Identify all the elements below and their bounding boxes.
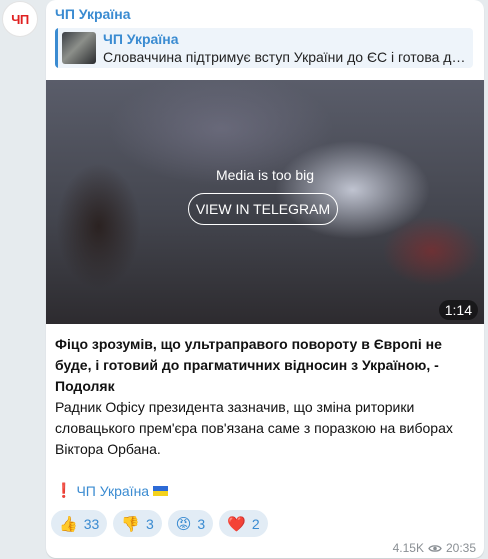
eye-icon xyxy=(428,544,442,552)
reaction-angry[interactable]: 😡 3 xyxy=(167,510,214,537)
reaction-thumbs-down[interactable]: 👎 3 xyxy=(113,510,162,537)
post-signature: ❗ ЧП Україна xyxy=(55,482,169,499)
reaction-count: 2 xyxy=(251,515,260,532)
thumbs-down-icon: 👎 xyxy=(121,515,140,533)
reactions-bar: 👍 33 👎 3 😡 3 ❤️ 2 xyxy=(51,510,268,537)
reply-preview[interactable]: ЧП Україна Словаччина підтримує вступ Ук… xyxy=(55,28,473,68)
avatar-text: ЧП xyxy=(11,11,29,27)
reaction-count: 3 xyxy=(145,515,154,532)
video-preview[interactable]: Media is too big VIEW IN TELEGRAM 1:14 xyxy=(46,80,484,324)
view-in-telegram-button[interactable]: VIEW IN TELEGRAM xyxy=(188,193,338,225)
reaction-count: 33 xyxy=(83,515,100,532)
reply-thumbnail xyxy=(62,32,96,64)
post-body: Радник Офісу президента зазначив, що змі… xyxy=(55,399,453,457)
media-too-big-message: Media is too big xyxy=(215,167,315,183)
reply-title: ЧП Україна xyxy=(103,31,179,47)
angry-face-icon: 😡 xyxy=(175,515,192,533)
message-meta: 4.15K 20:35 xyxy=(393,541,476,555)
video-duration: 1:14 xyxy=(438,300,478,320)
reaction-heart[interactable]: ❤️ 2 xyxy=(219,510,268,537)
message-bubble: ЧП Україна ЧП Україна Словаччина підтрим… xyxy=(46,0,484,558)
thumbs-up-icon: 👍 xyxy=(59,515,78,533)
reaction-thumbs-up[interactable]: 👍 33 xyxy=(51,510,108,537)
reply-text: Словаччина підтримує вступ України до ЄС… xyxy=(103,49,466,65)
reaction-count: 3 xyxy=(197,515,206,532)
reply-accent-bar xyxy=(55,28,58,68)
view-count: 4.15K xyxy=(392,541,424,555)
ukraine-flag-icon xyxy=(153,485,169,496)
channel-name[interactable]: ЧП Україна xyxy=(55,6,131,22)
signature-link[interactable]: ЧП Україна xyxy=(76,483,149,499)
channel-avatar[interactable]: ЧП xyxy=(2,1,38,37)
message-time: 20:35 xyxy=(445,541,476,555)
exclamation-icon: ❗ xyxy=(55,482,73,498)
post-headline: Фіцо зрозумів, що ультраправого повороту… xyxy=(55,336,442,394)
heart-icon: ❤️ xyxy=(227,515,246,533)
